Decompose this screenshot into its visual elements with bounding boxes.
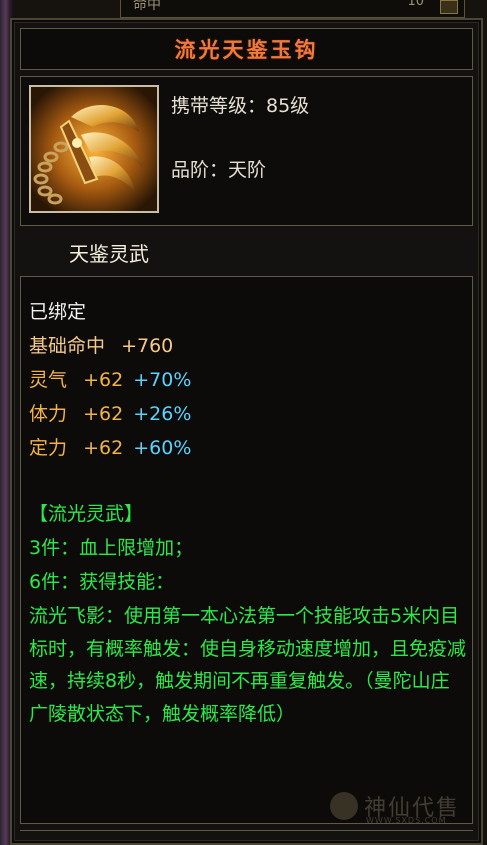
- gem-icon: [440, 0, 458, 14]
- background-top-value: 10: [407, 0, 424, 9]
- background-tooltip-edge: 命中 10: [120, 0, 465, 18]
- base-stat-name: 基础命中: [29, 335, 106, 357]
- item-tooltip-panel: 流光天鉴玉钩 携带等级：85级 品阶：天阶 天鉴灵武 已绑定 基础命中 +760…: [10, 18, 483, 845]
- stat-name: 体力: [29, 403, 68, 425]
- item-series-label: 天鉴灵武: [69, 242, 149, 266]
- rank-label: 品阶：天阶: [171, 159, 267, 181]
- stat-percent-value: +60%: [133, 437, 192, 459]
- item-detail-box: 已绑定 基础命中 +760 灵气 +62 +70% 体力 +62 +26% 定力…: [20, 276, 473, 824]
- stat-base-value: +62: [83, 369, 124, 391]
- stat-row: 灵气 +62 +70%: [29, 365, 191, 392]
- panel-bottom-divider: [20, 830, 473, 838]
- watermark-url: WWW.SXDS.COM: [366, 816, 447, 825]
- set-bonus-6: 6件：获得技能：: [29, 571, 175, 593]
- stat-base-value: +62: [83, 403, 124, 425]
- stat-row: 定力 +62 +60%: [29, 433, 191, 460]
- golden-hook-weapon-icon: [29, 85, 159, 213]
- item-name: 流光天鉴玉钩: [174, 38, 319, 62]
- stat-name: 灵气: [29, 369, 68, 391]
- item-info-box: 携带等级：85级 品阶：天阶: [20, 76, 473, 226]
- set-title: 【流光灵武】: [29, 503, 144, 525]
- carry-level-label: 携带等级：85级: [171, 95, 310, 117]
- base-stat-row: 基础命中 +760: [29, 331, 173, 358]
- stat-percent-value: +26%: [133, 403, 192, 425]
- watermark: 神仙代售 WWW.SXDS.COM: [330, 790, 460, 825]
- base-stat-value: +760: [121, 335, 174, 357]
- watermark-logo-icon: [330, 792, 358, 820]
- bound-status: 已绑定: [29, 301, 87, 323]
- skill-description: 流光飞影：使用第一本心法第一个技能攻击5米内目标时，有概率触发：使自身移动速度增…: [29, 605, 467, 725]
- set-bonus-3: 3件：血上限增加；: [29, 537, 194, 559]
- stat-percent-value: +70%: [133, 369, 192, 391]
- background-top-label: 命中: [133, 0, 161, 13]
- stat-base-value: +62: [83, 437, 124, 459]
- stat-name: 定力: [29, 437, 68, 459]
- stat-row: 体力 +62 +26%: [29, 399, 191, 426]
- item-title-bar: 流光天鉴玉钩: [20, 28, 473, 70]
